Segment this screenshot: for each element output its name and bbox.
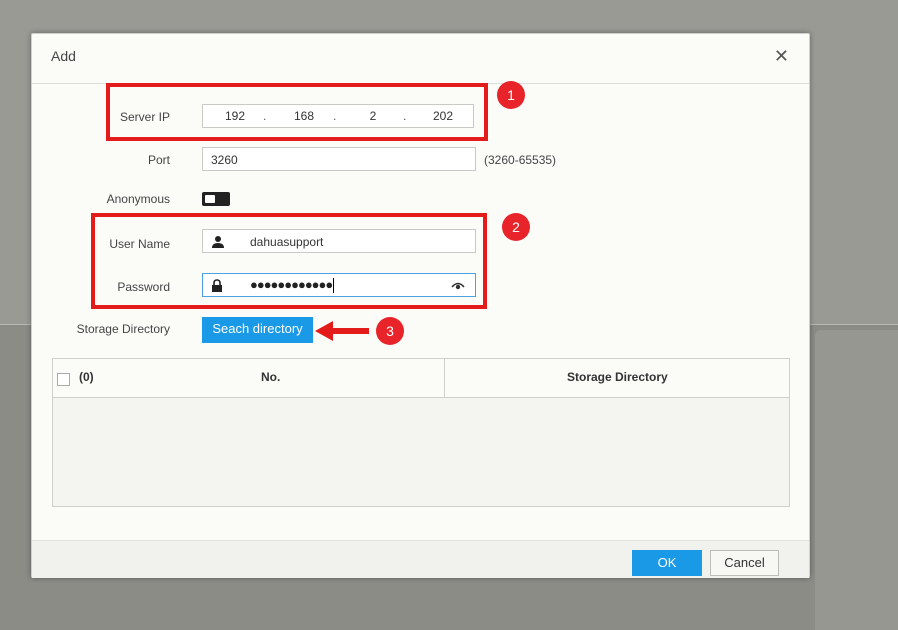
cancel-button[interactable]: Cancel — [710, 550, 779, 576]
anonymous-label: Anonymous — [106, 192, 170, 206]
column-header-storage-directory[interactable]: Storage Directory — [567, 370, 668, 384]
annotation-badge-2: 2 — [502, 213, 530, 241]
annotation-badge-3: 3 — [376, 317, 404, 345]
toggle-knob — [205, 195, 215, 203]
anonymous-toggle[interactable] — [202, 192, 230, 206]
column-header-no[interactable]: No. — [261, 370, 280, 384]
port-label: Port — [147, 153, 170, 167]
table-header: (0) No. Storage Directory — [53, 359, 789, 398]
storage-directory-label: Storage Directory — [76, 322, 170, 336]
port-value: 3260 — [211, 153, 238, 167]
port-range-hint: (3260-65535) — [484, 153, 557, 167]
column-divider — [444, 359, 445, 397]
port-input[interactable]: 3260 — [202, 147, 476, 171]
search-directory-button[interactable]: Seach directory — [202, 317, 313, 343]
annotation-box-1 — [106, 83, 488, 141]
ok-button[interactable]: OK — [632, 550, 702, 576]
dialog-title: Add — [51, 48, 76, 64]
annotation-arrow-icon — [315, 321, 369, 341]
select-all-checkbox[interactable] — [57, 373, 70, 386]
annotation-badge-1: 1 — [497, 81, 525, 109]
background-panel — [815, 330, 898, 630]
close-icon[interactable]: ✕ — [774, 46, 789, 67]
dialog-titlebar: Add ✕ — [32, 34, 809, 84]
directory-table: (0) No. Storage Directory — [52, 358, 790, 507]
annotation-box-2 — [91, 213, 487, 309]
select-count: (0) — [79, 370, 94, 384]
